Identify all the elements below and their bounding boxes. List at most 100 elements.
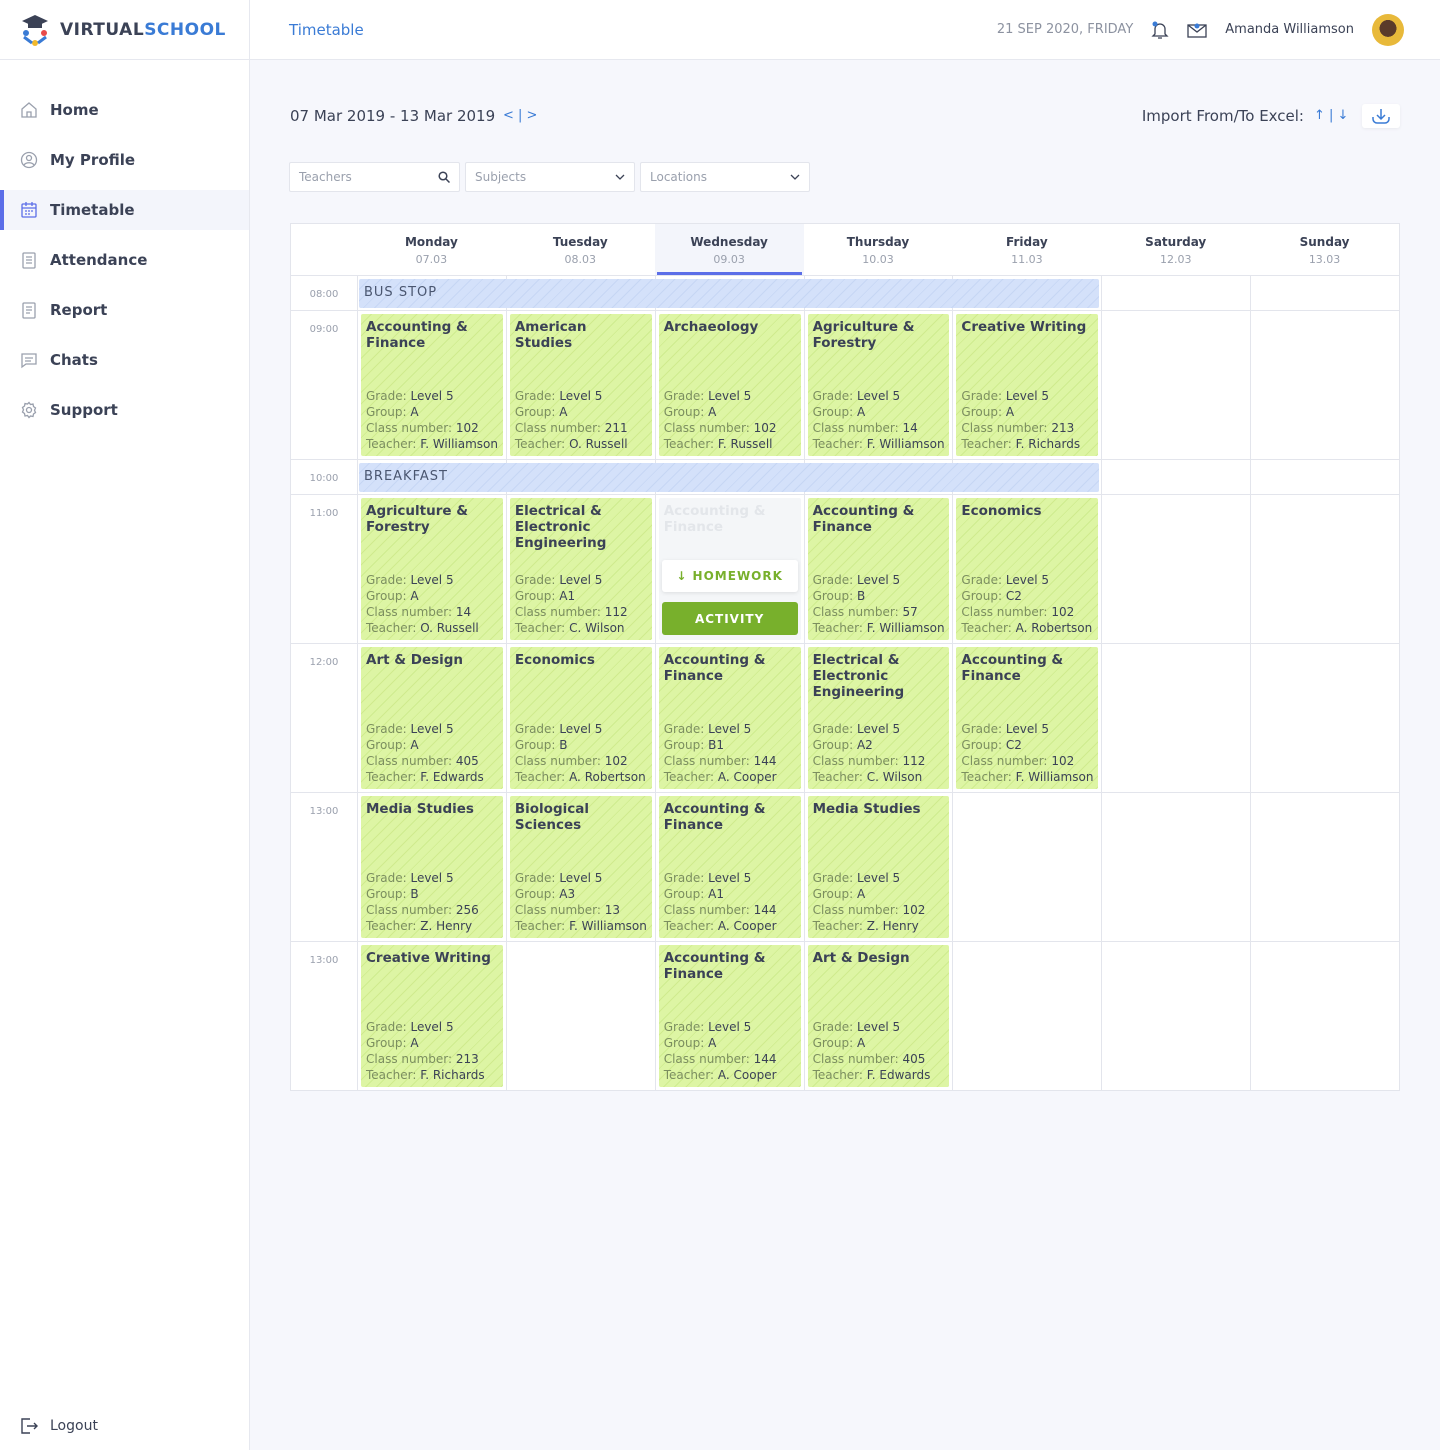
sidebar-item-my-profile[interactable]: My Profile	[0, 140, 249, 180]
day-date: 12.03	[1159, 253, 1192, 266]
sidebar-item-support[interactable]: Support	[0, 390, 249, 430]
class-card[interactable]: Economics Grade: Level 5 Group: C2 Class nu…	[956, 498, 1099, 640]
timetable-cell	[952, 942, 1102, 1091]
class-card[interactable]: American Studies Grade: Level 5 Group: A Cl…	[509, 314, 652, 456]
teachers-search[interactable]: Teachers	[289, 162, 460, 192]
timetable-cell[interactable]: Accounting & Finance ↓ HOMEWORK ACTIVITY	[654, 495, 804, 644]
day-header[interactable]: Sunday 13.03	[1250, 224, 1399, 276]
timetable-cell[interactable]: Agriculture & Forestry Grade: Level 5 Grou…	[357, 495, 506, 644]
class-card[interactable]: Accounting & Finance Grade: Level 5 Group:…	[658, 647, 801, 789]
day-name: Sunday	[1299, 235, 1350, 249]
locations-select[interactable]: Locations	[640, 162, 810, 192]
class-card[interactable]: Biological Sciences Grade: Level 5 Group: …	[509, 796, 652, 938]
day-header[interactable]: Saturday 12.03	[1101, 224, 1251, 276]
class-card[interactable]: Economics Grade: Level 5 Group: B Class num…	[509, 647, 652, 789]
class-card[interactable]: Art & Design Grade: Level 5 Group: A Class …	[361, 647, 503, 789]
timetable-cell[interactable]: Creative Writing Grade: Level 5 Group: A Cl…	[357, 942, 506, 1091]
class-card[interactable]: Accounting & Finance Grade: Level 5 Group:…	[658, 796, 801, 938]
homework-button[interactable]: ↓ HOMEWORK	[661, 560, 798, 592]
day-header[interactable]: Friday 11.03	[952, 224, 1102, 276]
class-card[interactable]: Electrical & Electronic Engineering Grade…	[807, 647, 950, 789]
class-title: Accounting & Finance	[812, 503, 915, 535]
class-card[interactable]: Agriculture & Forestry Grade: Level 5 Grou…	[807, 314, 950, 456]
timetable-cell[interactable]: Media Studies Grade: Level 5 Group: A Class…	[803, 793, 953, 942]
day-header[interactable]: Thursday 10.03	[803, 224, 953, 276]
avatar[interactable]	[1372, 13, 1404, 46]
logout-button[interactable]: Logout	[20, 1418, 98, 1434]
class-card[interactable]: Creative Writing Grade: Level 5 Group: A Cl…	[956, 314, 1099, 456]
class-card[interactable]: Accounting & Finance Grade: Level 5 Group:…	[956, 647, 1099, 789]
download-button[interactable]	[1362, 104, 1400, 128]
class-grade-line: Grade: Level 5	[961, 388, 1080, 404]
class-grade-value: Level 5	[410, 1020, 454, 1034]
class-card[interactable]: Media Studies Grade: Level 5 Group: B Class…	[361, 796, 503, 938]
week-navigation[interactable]: < | >	[503, 108, 537, 123]
class-class-value: 14	[902, 421, 918, 435]
sidebar-item-attendance[interactable]: Attendance	[0, 240, 249, 280]
class-grade-label: Grade:	[514, 573, 556, 587]
timetable-cell[interactable]: Accounting & Finance Grade: Level 5 Group:…	[654, 644, 804, 793]
timetable-cell[interactable]: Electrical & Electronic Engineering Grade…	[803, 644, 953, 793]
class-class-line: Class number: 112	[515, 604, 628, 620]
class-grade-value: Level 5	[857, 389, 901, 403]
timetable-cell[interactable]: Art & Design Grade: Level 5 Group: A Class …	[357, 644, 506, 793]
activity-button[interactable]: ACTIVITY	[661, 602, 798, 635]
timetable-cell[interactable]: Economics Grade: Level 5 Group: B Class num…	[505, 644, 655, 793]
sidebar-nav: Home My Profile Timetable Attendance Report C…	[0, 90, 249, 430]
timetable-cell[interactable]: American Studies Grade: Level 5 Group: A Cl…	[505, 311, 655, 460]
time-label: 12:00	[291, 644, 357, 793]
class-card[interactable]: Accounting & Finance Grade: Level 5 Group:…	[361, 314, 503, 456]
import-export-arrows[interactable]: ↑ | ↓	[1314, 108, 1348, 123]
class-card[interactable]: Creative Writing Grade: Level 5 Group: A Cl…	[361, 945, 503, 1087]
sidebar-item-chats[interactable]: Chats	[0, 340, 249, 380]
class-class-value: 144	[753, 903, 777, 917]
mail-icon[interactable]	[1187, 22, 1207, 38]
timetable-cell[interactable]: Media Studies Grade: Level 5 Group: B Class…	[357, 793, 506, 942]
subjects-select[interactable]: Subjects	[465, 162, 635, 192]
timetable-cell[interactable]: Accounting & Finance Grade: Level 5 Group:…	[654, 942, 804, 1091]
class-grade-label: Grade:	[366, 1020, 407, 1034]
bell-icon[interactable]	[1151, 20, 1169, 40]
user-name[interactable]: Amanda Williamson	[1225, 22, 1354, 37]
timetable-cell[interactable]: Electrical & Electronic Engineering Grade…	[505, 495, 655, 644]
class-card[interactable]: Electrical & Electronic Engineering Grade…	[509, 498, 652, 640]
class-class-label: Class number:	[961, 421, 1048, 435]
class-card[interactable]: Accounting & Finance Grade: Level 5 Group:…	[807, 498, 950, 640]
class-group-value: A	[410, 738, 419, 752]
day-header[interactable]: Tuesday 08.03	[505, 224, 655, 276]
timetable-cell[interactable]: Accounting & Finance Grade: Level 5 Group:…	[357, 311, 506, 460]
class-card[interactable]: Agriculture & Forestry Grade: Level 5 Grou…	[361, 498, 503, 640]
class-group-line: Group: A3	[515, 886, 647, 902]
day-header[interactable]: Monday 07.03	[357, 224, 506, 276]
timetable-cell	[1250, 793, 1399, 942]
logo[interactable]: VIRTUALSCHOOL	[0, 0, 249, 60]
class-group-label: Group:	[514, 405, 556, 419]
timetable-cell[interactable]: Biological Sciences Grade: Level 5 Group: …	[505, 793, 655, 942]
timetable-cell[interactable]: Agriculture & Forestry Grade: Level 5 Grou…	[803, 311, 953, 460]
class-card[interactable]: Art & Design Grade: Level 5 Group: A Class …	[807, 945, 950, 1087]
class-card[interactable]: Media Studies Grade: Level 5 Group: A Class…	[807, 796, 950, 938]
class-card[interactable]: Accounting & Finance Grade: Level 5 Group:…	[658, 945, 801, 1087]
class-card[interactable]: Archaeology Grade: Level 5 Group: A Class n…	[658, 314, 801, 456]
class-grade-line: Grade: Level 5	[961, 572, 1092, 588]
sidebar-item-report[interactable]: Report	[0, 290, 249, 330]
timetable-cell[interactable]: Accounting & Finance Grade: Level 5 Group:…	[803, 495, 953, 644]
sidebar-item-home[interactable]: Home	[0, 90, 249, 130]
class-grade-value: Level 5	[410, 389, 454, 403]
locations-placeholder: Locations	[650, 170, 708, 184]
class-teacher-line: Teacher: A. Robertson	[961, 620, 1092, 636]
timetable-cell[interactable]: Accounting & Finance Grade: Level 5 Group:…	[952, 644, 1102, 793]
timetable-cell[interactable]: Art & Design Grade: Level 5 Group: A Class …	[803, 942, 953, 1091]
class-teacher-value: F. Williamson	[1015, 770, 1094, 784]
class-group-line: Group: A	[366, 588, 479, 604]
day-header[interactable]: Wednesday 09.03	[654, 224, 804, 276]
class-card[interactable]: Accounting & Finance ↓ HOMEWORK ACTIVITY	[658, 498, 801, 640]
sidebar-item-timetable[interactable]: Timetable	[0, 190, 249, 230]
timetable-cell[interactable]: Archaeology Grade: Level 5 Group: A Class n…	[654, 311, 804, 460]
class-class-value: 14	[455, 605, 472, 619]
day-name: Tuesday	[552, 235, 608, 249]
timetable-cell[interactable]: Creative Writing Grade: Level 5 Group: A Cl…	[952, 311, 1102, 460]
class-grade-label: Grade:	[366, 871, 407, 885]
timetable-cell[interactable]: Accounting & Finance Grade: Level 5 Group:…	[654, 793, 804, 942]
timetable-cell[interactable]: Economics Grade: Level 5 Group: C2 Class nu…	[952, 495, 1102, 644]
